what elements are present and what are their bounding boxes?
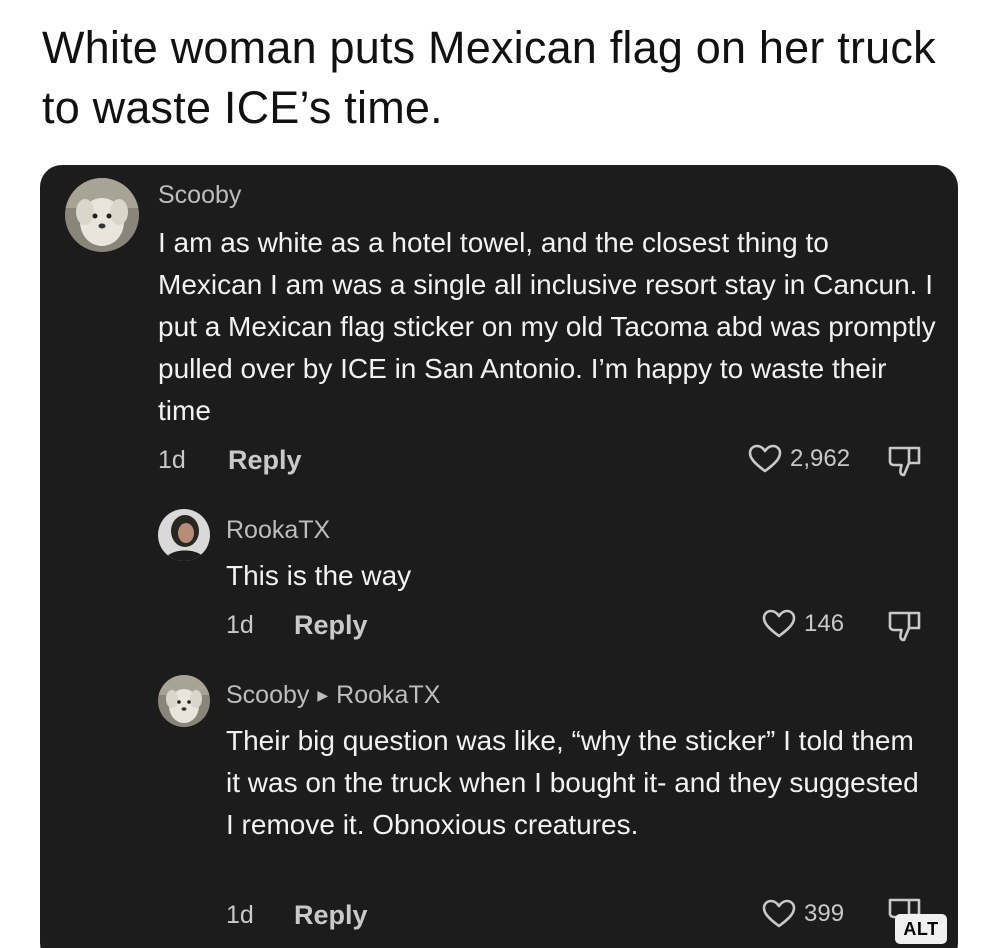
like-count: 2,962 — [790, 445, 851, 472]
avatar[interactable] — [158, 675, 210, 727]
white-dog-avatar-icon — [158, 675, 210, 727]
comment-text: This is the way — [226, 560, 412, 591]
comment-timestamp: 1d — [158, 446, 186, 474]
alt-text-badge[interactable]: ALT — [895, 914, 947, 944]
triangle-right-icon: ▶ — [317, 687, 329, 703]
comment-text: I am as white as a hotel towel, and the … — [158, 227, 936, 426]
comment-username[interactable]: RookaTX — [226, 515, 330, 545]
reply-header: Scooby ▶ RookaTX — [226, 680, 440, 710]
comment-timestamp: 1d — [226, 611, 254, 639]
dislike-button[interactable] — [886, 609, 926, 643]
like-button[interactable]: 399 — [762, 899, 844, 929]
thumbs-down-icon — [886, 609, 926, 643]
heart-outline-icon — [748, 444, 782, 474]
person-avatar-icon — [158, 509, 210, 561]
screenshot-page: White woman puts Mexican flag on her tru… — [0, 0, 1000, 948]
reply-button[interactable]: Reply — [228, 445, 302, 475]
like-button[interactable]: 2,962 — [748, 444, 850, 474]
heart-outline-icon — [762, 609, 796, 639]
post-title: White woman puts Mexican flag on her tru… — [42, 22, 936, 133]
thumbs-down-icon — [886, 444, 926, 478]
reply-to-username[interactable]: RookaTX — [336, 681, 440, 709]
reply-button[interactable]: Reply — [294, 900, 368, 930]
white-dog-avatar-icon — [65, 178, 139, 252]
like-count: 399 — [804, 900, 845, 927]
heart-outline-icon — [762, 899, 796, 929]
comment-text: Their big question was like, “why the st… — [226, 725, 919, 840]
reply-button[interactable]: Reply — [294, 610, 368, 640]
comment-timestamp: 1d — [226, 901, 254, 929]
like-button[interactable]: 146 — [762, 609, 844, 639]
comment-username[interactable]: Scooby — [226, 681, 309, 709]
like-count: 146 — [804, 610, 845, 637]
avatar[interactable] — [158, 509, 210, 561]
avatar[interactable] — [65, 178, 139, 252]
comments-card: Scooby I am as white as a hotel towel, a… — [40, 165, 958, 948]
dislike-button[interactable] — [886, 444, 926, 478]
comment-username[interactable]: Scooby — [158, 180, 241, 210]
